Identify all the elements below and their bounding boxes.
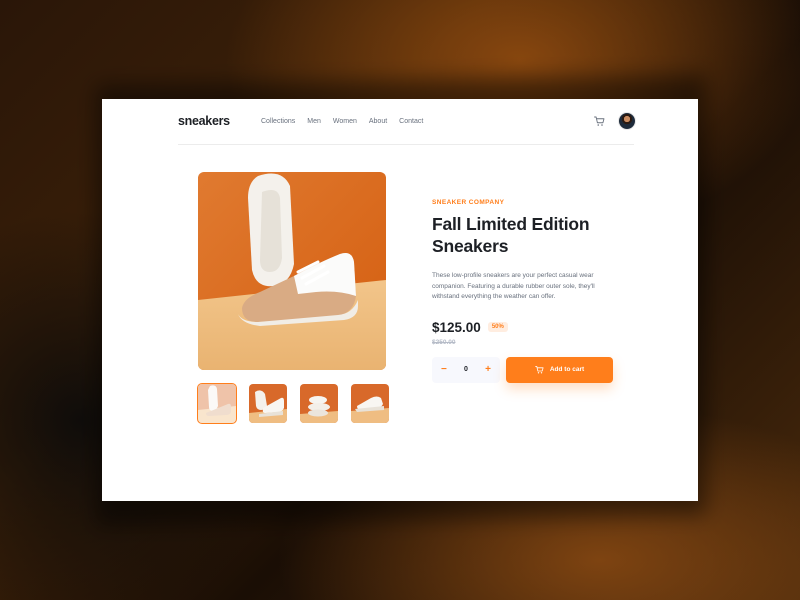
thumbnail-1[interactable] xyxy=(197,383,237,424)
thumbnail-4[interactable] xyxy=(351,384,389,423)
increase-quantity-button[interactable]: + xyxy=(485,364,491,375)
nav-collections[interactable]: Collections xyxy=(261,118,295,125)
original-price: $250.00 xyxy=(432,338,456,346)
add-to-cart-label: Add to cart xyxy=(549,366,585,373)
price-row: $125.00 50% xyxy=(432,320,622,335)
site-logo[interactable]: sneakers xyxy=(178,114,230,128)
site-header: sneakers Collections Men Women About Con… xyxy=(178,99,635,145)
cart-icon xyxy=(534,365,544,373)
product-title-line-2: Sneakers xyxy=(432,236,509,256)
product-title: Fall Limited Edition Sneakers xyxy=(432,213,622,257)
product-description: These low-profile sneakers are your perf… xyxy=(432,272,595,300)
avatar[interactable] xyxy=(619,113,635,129)
decrease-quantity-button[interactable]: − xyxy=(441,364,447,375)
current-price: $125.00 xyxy=(432,319,481,335)
quantity-value: 0 xyxy=(464,366,468,373)
product-info: SNEAKER COMPANY Fall Limited Edition Sne… xyxy=(432,199,622,383)
thumbnail-2[interactable] xyxy=(249,384,287,423)
quantity-stepper: − 0 + xyxy=(432,356,500,383)
discount-badge: 50% xyxy=(487,322,508,332)
sneaker-photo xyxy=(198,172,386,370)
nav-about[interactable]: About xyxy=(369,118,387,125)
thumbnail-3[interactable] xyxy=(300,384,338,423)
cart-icon[interactable] xyxy=(594,116,605,127)
product-main-image[interactable] xyxy=(198,172,386,370)
thumbnail-strip xyxy=(197,383,389,424)
main-nav: Collections Men Women About Contact xyxy=(261,118,423,125)
app-window: sneakers Collections Men Women About Con… xyxy=(102,99,698,501)
nav-men[interactable]: Men xyxy=(307,118,321,125)
company-name: SNEAKER COMPANY xyxy=(432,199,505,206)
product-title-line-1: Fall Limited Edition xyxy=(432,214,590,234)
nav-contact[interactable]: Contact xyxy=(399,118,423,125)
nav-women[interactable]: Women xyxy=(333,118,357,125)
add-to-cart-button[interactable]: Add to cart xyxy=(506,356,613,383)
cart-actions: − 0 + Add to cart xyxy=(432,356,622,383)
